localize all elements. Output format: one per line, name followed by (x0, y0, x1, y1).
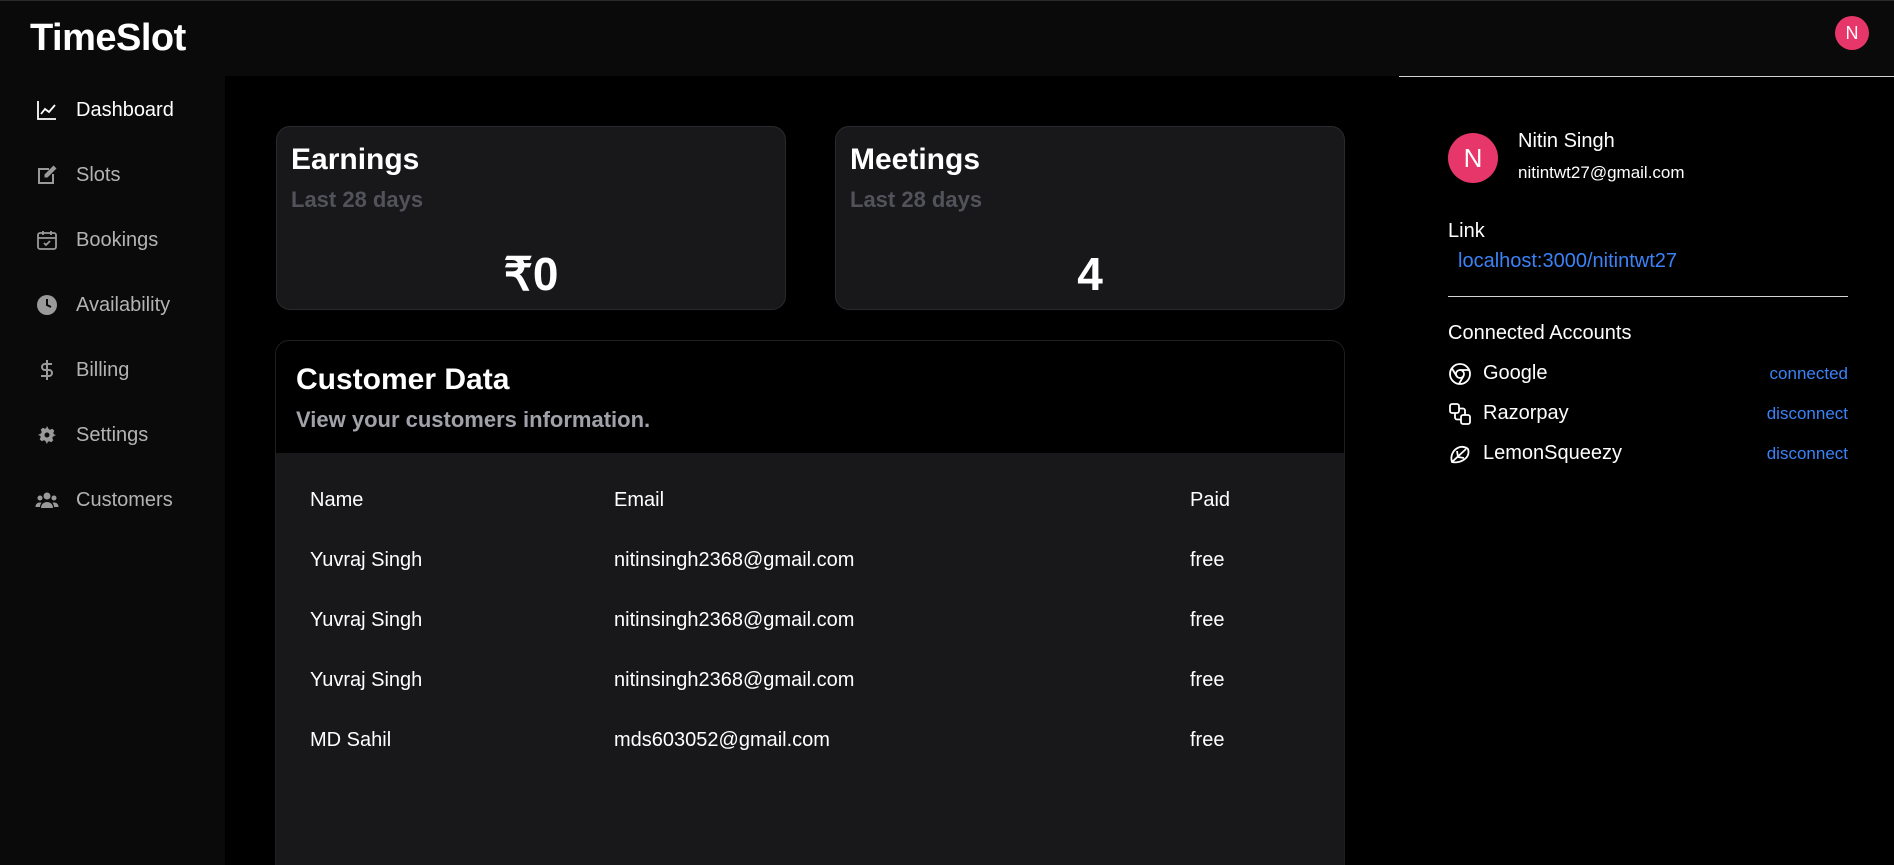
table-row: Yuvraj Singh nitinsingh2368@gmail.com fr… (276, 539, 1344, 579)
cell-email: mds603052@gmail.com (614, 729, 830, 751)
divider (1399, 76, 1894, 77)
card-subtitle: Last 28 days (850, 187, 983, 212)
main-content: Earnings Last 28 days ₹0 Meetings Last 2… (225, 76, 1398, 865)
account-name: Google (1483, 362, 1548, 384)
google-status-link[interactable]: connected (1770, 364, 1848, 384)
panel-title: Customer Data (296, 363, 510, 396)
sidebar-item-slots[interactable]: Slots (34, 155, 120, 195)
top-bar: TimeSlot N (0, 0, 1894, 76)
lemon-icon (1448, 442, 1472, 466)
sidebar: Dashboard Slots Bookings Availability Bi… (0, 76, 225, 865)
table-row: Yuvraj Singh nitinsingh2368@gmail.com fr… (276, 599, 1344, 639)
table-row: MD Sahil mds603052@gmail.com free (276, 719, 1344, 759)
dollar-icon (34, 357, 60, 383)
account-row-lemonsqueezy: LemonSqueezy disconnect (1448, 438, 1848, 468)
earnings-card: Earnings Last 28 days ₹0 (276, 126, 786, 310)
link-label: Link (1448, 220, 1485, 242)
razorpay-icon (1448, 402, 1472, 426)
sidebar-item-bookings[interactable]: Bookings (34, 220, 158, 260)
app-logo[interactable]: TimeSlot (30, 17, 186, 60)
account-name: LemonSqueezy (1483, 442, 1622, 464)
sidebar-item-label: Bookings (76, 228, 159, 251)
sidebar-item-label: Availability (76, 293, 171, 316)
earnings-value: ₹0 (503, 248, 559, 300)
sidebar-item-label: Customers (76, 488, 173, 511)
card-title: Earnings (291, 143, 420, 176)
customer-table: Name Email Paid Yuvraj Singh nitinsingh2… (276, 453, 1344, 865)
cell-name: Yuvraj Singh (310, 549, 423, 571)
account-row-google: Google connected (1448, 358, 1848, 388)
razorpay-disconnect-link[interactable]: disconnect (1767, 404, 1848, 424)
meetings-value: 4 (1077, 248, 1103, 300)
profile-avatar: N (1448, 133, 1498, 183)
cell-email: nitinsingh2368@gmail.com (614, 669, 855, 691)
user-avatar[interactable]: N (1835, 16, 1869, 50)
account-row-razorpay: Razorpay disconnect (1448, 398, 1848, 428)
calendar-check-icon (34, 227, 60, 253)
clock-icon (34, 292, 60, 318)
sidebar-item-billing[interactable]: Billing (34, 350, 129, 390)
column-header-paid: Paid (1190, 489, 1231, 511)
meetings-card: Meetings Last 28 days 4 (835, 126, 1345, 310)
sidebar-item-label: Slots (76, 163, 121, 186)
sidebar-item-label: Settings (76, 423, 149, 446)
table-header-row: Name Email Paid (276, 479, 1344, 519)
sidebar-item-availability[interactable]: Availability (34, 285, 170, 325)
sidebar-item-customers[interactable]: Customers (34, 480, 173, 520)
card-subtitle: Last 28 days (291, 187, 424, 212)
cell-email: nitinsingh2368@gmail.com (614, 549, 855, 571)
panel-subtitle: View your customers information. (296, 407, 651, 432)
cell-paid: free (1190, 729, 1225, 751)
cell-paid: free (1190, 669, 1225, 691)
column-header-name: Name (310, 489, 364, 511)
column-header-email: Email (614, 489, 665, 511)
cell-paid: free (1190, 609, 1225, 631)
table-row: Yuvraj Singh nitinsingh2368@gmail.com fr… (276, 659, 1344, 699)
chrome-icon (1448, 362, 1472, 386)
chart-line-icon (34, 97, 60, 123)
cell-name: Yuvraj Singh (310, 609, 423, 631)
divider (1448, 296, 1848, 297)
sidebar-item-settings[interactable]: Settings (34, 415, 148, 455)
cell-name: MD Sahil (310, 729, 392, 751)
sidebar-item-label: Dashboard (76, 98, 174, 121)
customer-data-panel: Customer Data View your customers inform… (275, 340, 1345, 865)
sidebar-item-dashboard[interactable]: Dashboard (34, 90, 174, 130)
booking-link[interactable]: localhost:3000/nitintwt27 (1458, 250, 1677, 273)
cell-name: Yuvraj Singh (310, 669, 423, 691)
cell-email: nitinsingh2368@gmail.com (614, 609, 855, 631)
card-title: Meetings (850, 143, 981, 176)
cell-paid: free (1190, 549, 1225, 571)
profile-panel: N Nitin Singh nitintwt27@gmail.com Link … (1398, 76, 1894, 865)
gear-icon (34, 422, 60, 448)
connected-accounts-title: Connected Accounts (1448, 322, 1632, 344)
profile-email: nitintwt27@gmail.com (1518, 163, 1685, 182)
users-icon (34, 487, 60, 513)
sidebar-item-label: Billing (76, 358, 130, 381)
lemonsqueezy-disconnect-link[interactable]: disconnect (1767, 444, 1848, 464)
account-name: Razorpay (1483, 402, 1569, 424)
profile-name: Nitin Singh (1518, 130, 1615, 152)
edit-icon (34, 162, 60, 188)
